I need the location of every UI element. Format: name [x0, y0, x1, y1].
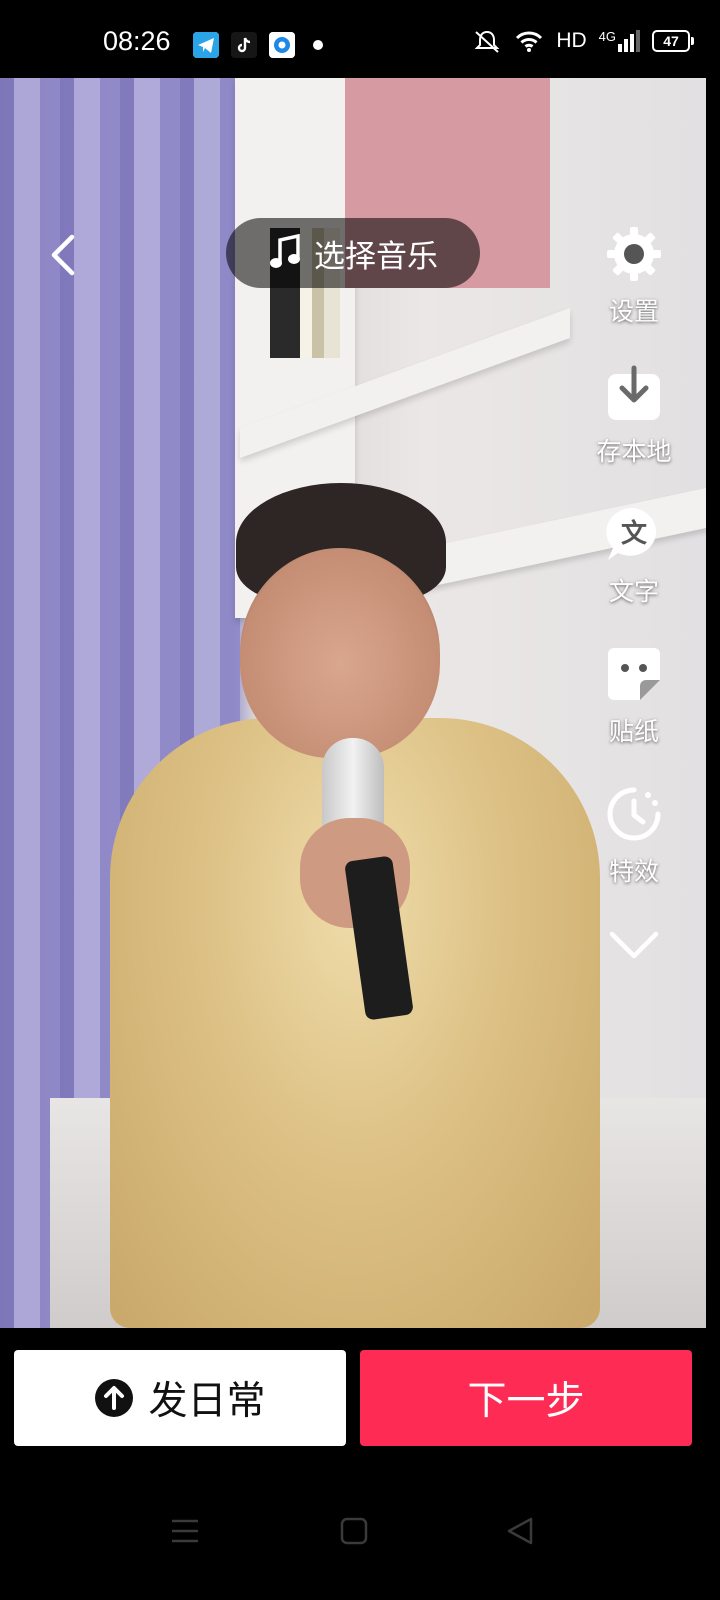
battery-level: 47 [663, 33, 679, 49]
back-button[interactable] [42, 233, 86, 277]
post-daily-label: 发日常 [148, 1379, 266, 1424]
expand-more-button[interactable] [606, 924, 662, 968]
side-item-sticker[interactable]: 贴纸 [604, 644, 664, 784]
notification-dot [313, 40, 323, 50]
browser-icon [269, 32, 295, 58]
signal-icon: 4G [599, 30, 640, 52]
post-daily-button[interactable]: 发日常 [14, 1350, 346, 1446]
side-label-effects: 特效 [608, 857, 659, 886]
side-label-sticker: 贴纸 [608, 717, 659, 746]
network-hd: HD [556, 29, 587, 52]
side-label-save-local: 存本地 [596, 437, 672, 466]
effects-timer-icon [607, 787, 661, 841]
status-indicators: HD 4G 47 [472, 28, 694, 54]
video-preview[interactable]: 选择音乐 设置 存本地 文 文字 贴纸 特效 [0, 78, 706, 1328]
side-item-settings[interactable]: 设置 [604, 224, 664, 364]
side-label-text: 文字 [608, 577, 659, 606]
status-time: 08:26 [103, 26, 171, 56]
gear-icon [607, 227, 661, 281]
select-music-button[interactable]: 选择音乐 [226, 218, 480, 288]
battery-icon: 47 [652, 30, 694, 52]
home-icon[interactable] [339, 1516, 369, 1546]
cellular-type: 4G [598, 29, 616, 44]
side-toolbar: 设置 存本地 文 文字 贴纸 特效 [584, 224, 684, 968]
upload-arrow-icon [95, 1379, 134, 1417]
status-bar: 08:26 HD 4G 47 [0, 0, 720, 88]
sticker-icon [608, 648, 660, 700]
next-step-label: 下一步 [467, 1379, 585, 1424]
scene-face [240, 548, 440, 758]
svg-text:文: 文 [621, 518, 648, 549]
chevron-left-icon [51, 234, 75, 276]
menu-icon[interactable] [170, 1516, 200, 1546]
select-music-label: 选择音乐 [314, 238, 438, 275]
wifi-icon [516, 31, 543, 52]
tiktok-icon [231, 32, 257, 58]
telegram-icon [193, 32, 219, 58]
next-step-button[interactable]: 下一步 [360, 1350, 692, 1446]
system-nav-bar [0, 1480, 720, 1600]
text-icon: 文 [606, 507, 657, 560]
chevron-down-icon [609, 931, 659, 959]
side-label-settings: 设置 [608, 297, 659, 326]
side-item-save-local[interactable]: 存本地 [596, 364, 672, 504]
mute-bell-icon [474, 30, 500, 53]
music-note-icon [270, 234, 300, 268]
back-triangle-icon[interactable] [505, 1516, 535, 1546]
download-icon [607, 365, 660, 420]
side-item-effects[interactable]: 特效 [604, 784, 664, 924]
side-item-text[interactable]: 文 文字 [604, 504, 664, 644]
